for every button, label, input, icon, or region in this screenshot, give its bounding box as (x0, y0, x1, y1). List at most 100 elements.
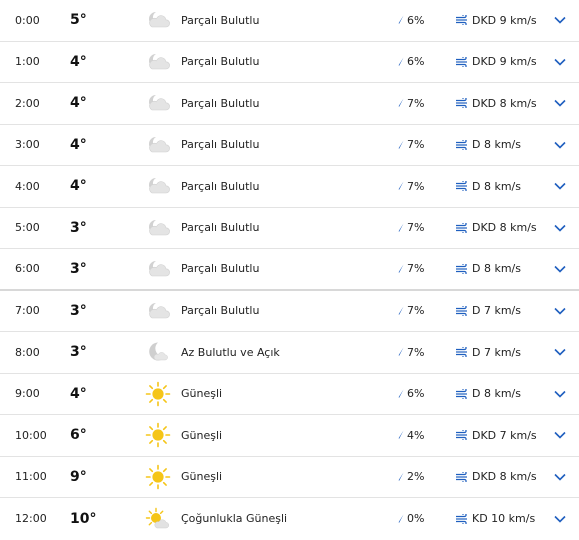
weather-icon (145, 498, 171, 540)
sunny-icon (145, 422, 171, 448)
hourly-forecast-row[interactable]: 3:00 4° Parçalı Bulutlu 7% D 8 km/s (0, 125, 579, 166)
wind-icon (456, 347, 467, 358)
precipitation: 7% (398, 249, 424, 289)
temperature: 4° (70, 53, 87, 70)
precipitation-value: 7% (407, 304, 425, 318)
hourly-forecast-row[interactable]: 10:00 6° Güneşli 4% DKD 7 km/s (0, 415, 579, 457)
precipitation-value: 6% (407, 13, 425, 27)
temperature: 9° (70, 468, 87, 485)
expand-chevron[interactable] (552, 42, 568, 83)
hourly-forecast-row[interactable]: 4:00 4° Parçalı Bulutlu 7% D 8 km/s (0, 166, 579, 208)
wind: DKD 7 km/s (456, 415, 537, 456)
wind: DKD 9 km/s (456, 0, 537, 41)
hour-label: 11:00 (15, 470, 47, 484)
wind-icon (456, 430, 467, 441)
expand-chevron[interactable] (552, 0, 568, 41)
weather-icon (145, 415, 171, 456)
expand-chevron[interactable] (552, 415, 568, 456)
expand-chevron[interactable] (552, 249, 568, 289)
condition-label: Parçalı Bulutlu (181, 179, 260, 193)
temperature: 4° (70, 136, 87, 153)
hourly-forecast-row[interactable]: 5:00 3° Parçalı Bulutlu 7% DKD 8 km/s (0, 208, 579, 249)
chevron-down-icon[interactable] (554, 473, 566, 481)
chevron-down-icon[interactable] (554, 182, 566, 190)
chevron-down-icon[interactable] (554, 99, 566, 107)
weather-icon (145, 166, 171, 207)
precipitation: 7% (398, 208, 424, 249)
hourly-forecast-row[interactable]: 8:00 3° Az Bulutlu ve Açık 7% D 7 km/s (0, 332, 579, 374)
partly-cloudy-night-icon (148, 260, 170, 277)
hourly-forecast-row[interactable]: 6:00 3° Parçalı Bulutlu 7% D 8 km/s (0, 249, 579, 291)
expand-chevron[interactable] (552, 374, 568, 415)
wind-icon (456, 98, 467, 109)
wind-icon (456, 305, 467, 316)
expand-chevron[interactable] (552, 291, 568, 332)
wind-value: KD 10 km/s (472, 512, 536, 526)
expand-chevron[interactable] (552, 166, 568, 207)
expand-chevron[interactable] (552, 457, 568, 498)
wind-value: D 8 km/s (472, 179, 521, 193)
precipitation: 0% (398, 498, 424, 540)
hourly-forecast-row[interactable]: 0:00 5° Parçalı Bulutlu 6% DKD 9 km/s (0, 0, 579, 42)
hourly-forecast-row[interactable]: 11:00 9° Güneşli 2% DKD 8 km/s (0, 457, 579, 498)
chevron-down-icon[interactable] (554, 141, 566, 149)
wind-value: D 8 km/s (472, 262, 521, 276)
precipitation: 6% (398, 0, 424, 41)
hour-label: 0:00 (15, 13, 40, 27)
chevron-down-icon[interactable] (554, 265, 566, 273)
condition-label: Güneşli (181, 428, 223, 442)
raindrop-icon (398, 15, 404, 25)
weather-icon (145, 208, 171, 249)
raindrop-icon (398, 264, 404, 273)
wind-icon (456, 139, 467, 150)
hourly-forecast-row[interactable]: 1:00 4° Parçalı Bulutlu 6% DKD 9 km/s (0, 42, 579, 83)
hourly-forecast-row[interactable]: 7:00 3° Parçalı Bulutlu 7% D 7 km/s (0, 291, 579, 332)
weather-icon (145, 374, 171, 415)
wind-value: D 7 km/s (472, 345, 521, 359)
partly-cloudy-night-icon (148, 178, 170, 194)
chevron-down-icon[interactable] (554, 16, 566, 24)
chevron-down-icon[interactable] (554, 348, 566, 356)
wind-value: DKD 8 km/s (472, 96, 537, 110)
raindrop-icon (398, 430, 404, 440)
partly-cloudy-night-icon (148, 219, 170, 236)
wind-value: DKD 9 km/s (472, 13, 537, 27)
wind: DKD 9 km/s (456, 42, 537, 83)
precipitation-value: 7% (407, 179, 425, 193)
chevron-down-icon[interactable] (554, 224, 566, 232)
chevron-down-icon[interactable] (554, 431, 566, 439)
temperature: 3° (70, 219, 87, 236)
hourly-forecast-row[interactable]: 9:00 4° Güneşli 6% D 8 km/s (0, 374, 579, 415)
wind: KD 10 km/s (456, 498, 535, 540)
expand-chevron[interactable] (552, 498, 568, 540)
hourly-forecast-row[interactable]: 12:00 10° Çoğunlukla Güneşli 0% KD 10 km… (0, 498, 579, 540)
condition-label: Az Bulutlu ve Açık (181, 345, 280, 359)
precipitation: 6% (398, 374, 424, 415)
chevron-down-icon[interactable] (554, 390, 566, 398)
chevron-down-icon[interactable] (554, 307, 566, 315)
wind: D 7 km/s (456, 291, 521, 332)
wind: D 8 km/s (456, 166, 521, 207)
hourly-forecast-row[interactable]: 2:00 4° Parçalı Bulutlu 7% DKD 8 km/s (0, 83, 579, 125)
chevron-down-icon[interactable] (554, 58, 566, 66)
expand-chevron[interactable] (552, 83, 568, 124)
wind-icon (456, 56, 467, 67)
hour-label: 4:00 (15, 179, 40, 193)
weather-icon (145, 291, 171, 332)
expand-chevron[interactable] (552, 332, 568, 373)
temperature: 6° (70, 427, 87, 444)
expand-chevron[interactable] (552, 208, 568, 249)
partly-cloudy-night-icon (148, 136, 170, 153)
condition-label: Parçalı Bulutlu (181, 262, 260, 276)
condition-label: Parçalı Bulutlu (181, 138, 260, 152)
weather-icon (145, 83, 171, 124)
hourly-forecast-list: 0:00 5° Parçalı Bulutlu 6% DKD 9 km/s 1:… (0, 0, 579, 540)
precipitation-value: 7% (407, 221, 425, 235)
expand-chevron[interactable] (552, 125, 568, 166)
wind: D 8 km/s (456, 249, 521, 289)
raindrop-icon (398, 181, 404, 191)
raindrop-icon (398, 514, 404, 523)
chevron-down-icon[interactable] (554, 515, 566, 523)
weather-icon (145, 125, 171, 166)
raindrop-icon (398, 347, 404, 357)
